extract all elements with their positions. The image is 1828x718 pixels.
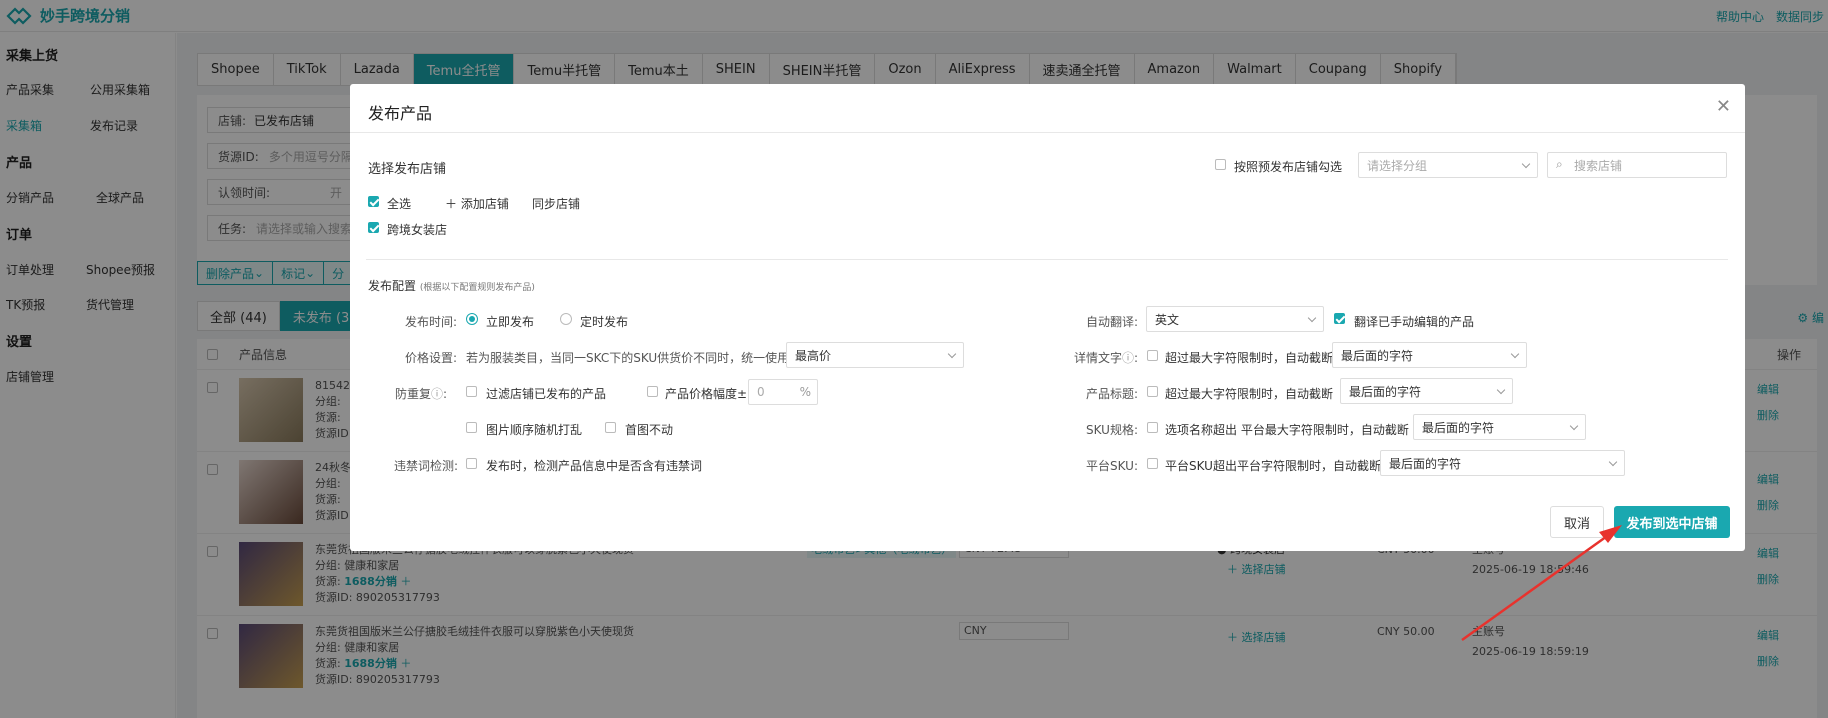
chevron-down-icon [1510, 349, 1520, 359]
platform-sku-select[interactable]: 最后面的字符 [1380, 450, 1625, 476]
modal-header-divider [350, 132, 1745, 133]
price-mode-select[interactable]: 最高价 [786, 342, 964, 368]
shop-search-input[interactable]: ⌕ 搜索店铺 [1547, 152, 1727, 178]
help-icon[interactable]: ⓘ [431, 387, 443, 401]
sync-shop-button[interactable]: 同步店铺 [532, 195, 580, 212]
percent-unit: % [799, 385, 811, 399]
detail-text-label-text: 详情文字 [1074, 351, 1123, 365]
cancel-button[interactable]: 取消 [1550, 506, 1604, 538]
sku-truncate-text: 选项名称超出 平台最大字符限制时，自动截断 [1165, 423, 1409, 437]
publish-time-label: 发布时间: [405, 315, 458, 329]
detail-text-label: 详情文字ⓘ: [1074, 351, 1139, 365]
config-heading: 发布配置 (根据以下配置规则发布产品) [368, 277, 535, 294]
platform-sku-text: 平台SKU超出平台字符限制时，自动截断 [1165, 459, 1381, 473]
publish-timed-radio[interactable] [560, 313, 572, 325]
shop-checkbox-label: 跨境女装店 [387, 223, 448, 237]
chevron-down-icon [947, 349, 957, 359]
add-shop-button[interactable]: ＋ 添加店铺 [445, 195, 509, 212]
select-shop-heading: 选择发布店铺 [368, 162, 447, 177]
banned-words-text: 发布时，检测产品信息中是否含有违禁词 [486, 459, 703, 473]
shop-search-placeholder: 搜索店铺 [1574, 158, 1623, 173]
translate-language-value: 英文 [1155, 312, 1180, 327]
dedup-label: 防重复ⓘ: [395, 387, 448, 401]
modal-title: 发布产品 [368, 104, 433, 123]
title-truncate-value: 最后面的字符 [1349, 384, 1422, 399]
select-all-label: 全选 [387, 197, 412, 211]
preset-shop-checkbox[interactable] [1215, 159, 1226, 170]
select-all-checkbox[interactable] [368, 196, 379, 207]
auto-translate-label: 自动翻译: [1086, 315, 1139, 329]
sku-truncate-checkbox[interactable] [1147, 422, 1158, 433]
platform-sku-label: 平台SKU: [1086, 459, 1138, 473]
chevron-down-icon [1307, 313, 1317, 323]
sku-truncate-value: 最后面的字符 [1422, 420, 1495, 435]
config-note: (根据以下配置规则发布产品) [419, 283, 535, 293]
shuffle-images-label: 图片顺序随机打乱 [486, 423, 583, 437]
shop-group-select[interactable]: 请选择分组 [1358, 152, 1538, 178]
filter-published-checkbox[interactable] [466, 386, 477, 397]
title-truncate-text: 超过最大字符限制时，自动截断 [1165, 387, 1334, 401]
publish-timed-label: 定时发布 [580, 315, 629, 329]
sku-truncate-select[interactable]: 最后面的字符 [1413, 414, 1586, 440]
price-range-checkbox[interactable] [647, 386, 658, 397]
add-shop-label: 添加店铺 [460, 197, 509, 211]
chevron-down-icon [1569, 421, 1579, 431]
platform-sku-checkbox[interactable] [1147, 458, 1158, 469]
shop-checkbox[interactable] [368, 222, 379, 233]
price-setting-text: 若为服装类目，当同一SKC下的SKU供货价不同时，统一使用 [466, 351, 790, 365]
publish-now-label: 立即发布 [486, 315, 535, 329]
price-range-label: 产品价格幅度± [665, 387, 748, 401]
banned-words-checkbox[interactable] [466, 458, 477, 469]
title-truncate-select[interactable]: 最后面的字符 [1340, 378, 1513, 404]
platform-sku-value: 最后面的字符 [1389, 456, 1462, 471]
publish-to-selected-shops-button[interactable]: 发布到选中店铺 [1614, 506, 1730, 538]
search-icon: ⌕ [1556, 157, 1563, 171]
title-truncate-checkbox[interactable] [1147, 386, 1158, 397]
price-range-input[interactable]: 0% [748, 379, 818, 405]
filter-published-label: 过滤店铺已发布的产品 [486, 387, 607, 401]
dedup-label-text: 防重复 [395, 387, 432, 401]
shuffle-images-checkbox[interactable] [466, 422, 477, 433]
translate-manual-label: 翻译已手动编辑的产品 [1354, 315, 1475, 329]
config-title: 发布配置 [368, 279, 417, 293]
detail-truncate-checkbox[interactable] [1147, 350, 1158, 361]
price-mode-value: 最高价 [795, 348, 832, 363]
translate-manual-checbox[interactable] [1334, 313, 1345, 324]
chevron-down-icon [1608, 457, 1618, 467]
shop-group-placeholder: 请选择分组 [1367, 158, 1428, 173]
detail-truncate-text: 超过最大字符限制时，自动截断 [1165, 351, 1334, 365]
product-title-label: 产品标题: [1086, 387, 1139, 401]
modal-section-divider [366, 259, 1728, 260]
detail-truncate-select[interactable]: 最后面的字符 [1332, 342, 1527, 368]
price-setting-label: 价格设置: [405, 351, 458, 365]
keep-first-image-checkbox[interactable] [605, 422, 616, 433]
price-range-placeholder: 0 [757, 385, 765, 399]
banned-words-label: 违禁词检测: [394, 459, 459, 473]
close-icon[interactable]: ✕ [1716, 96, 1731, 117]
chevron-down-icon [1521, 159, 1531, 169]
chevron-down-icon [1496, 385, 1506, 395]
publish-now-radio[interactable] [466, 313, 478, 325]
sku-spec-label: SKU规格: [1086, 423, 1138, 437]
preset-shop-label: 按照预发布店铺勾选 [1234, 160, 1343, 174]
help-icon[interactable]: ⓘ [1122, 351, 1134, 365]
detail-truncate-value: 最后面的字符 [1341, 348, 1414, 363]
publish-product-modal: 发布产品 ✕ 选择发布店铺 按照预发布店铺勾选 请选择分组 ⌕ 搜索店铺 全选 ＋… [350, 84, 1745, 551]
translate-language-select[interactable]: 英文 [1146, 306, 1324, 332]
keep-first-image-label: 首图不动 [625, 423, 674, 437]
